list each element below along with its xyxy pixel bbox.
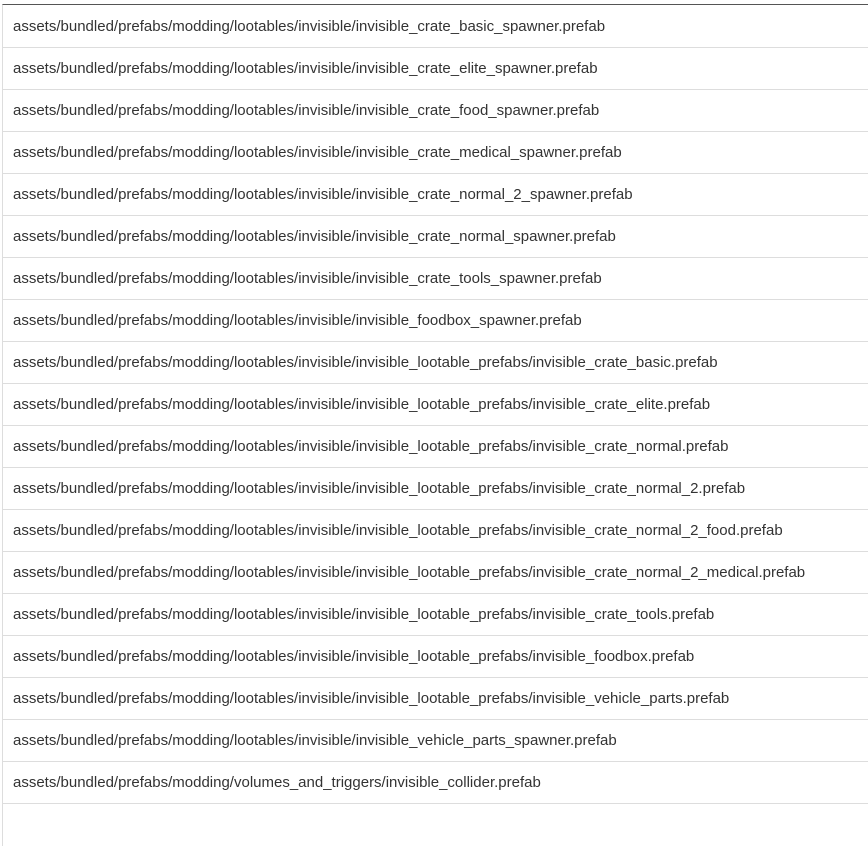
table-row[interactable]: assets/bundled/prefabs/modding/lootables… [3,174,868,216]
table-row[interactable]: assets/bundled/prefabs/modding/lootables… [3,426,868,468]
table-row[interactable]: assets/bundled/prefabs/modding/lootables… [3,90,868,132]
table-row[interactable]: assets/bundled/prefabs/modding/lootables… [3,468,868,510]
table-row[interactable]: assets/bundled/prefabs/modding/lootables… [3,678,868,720]
prefab-path-table: assets/bundled/prefabs/modding/lootables… [2,4,868,846]
table-row[interactable]: assets/bundled/prefabs/modding/lootables… [3,5,868,48]
table-row[interactable]: assets/bundled/prefabs/modding/lootables… [3,552,868,594]
table-row[interactable]: assets/bundled/prefabs/modding/volumes_a… [3,762,868,804]
table-row[interactable]: assets/bundled/prefabs/modding/lootables… [3,258,868,300]
table-row[interactable]: assets/bundled/prefabs/modding/lootables… [3,594,868,636]
table-row[interactable]: assets/bundled/prefabs/modding/lootables… [3,216,868,258]
table-row[interactable]: assets/bundled/prefabs/modding/lootables… [3,384,868,426]
table-row[interactable]: assets/bundled/prefabs/modding/lootables… [3,510,868,552]
table-row[interactable]: assets/bundled/prefabs/modding/lootables… [3,48,868,90]
table-row[interactable]: assets/bundled/prefabs/modding/lootables… [3,720,868,762]
table-row[interactable]: assets/bundled/prefabs/modding/lootables… [3,636,868,678]
table-row[interactable]: assets/bundled/prefabs/modding/lootables… [3,300,868,342]
table-row[interactable] [3,804,868,846]
table-row[interactable]: assets/bundled/prefabs/modding/lootables… [3,342,868,384]
table-row[interactable]: assets/bundled/prefabs/modding/lootables… [3,132,868,174]
